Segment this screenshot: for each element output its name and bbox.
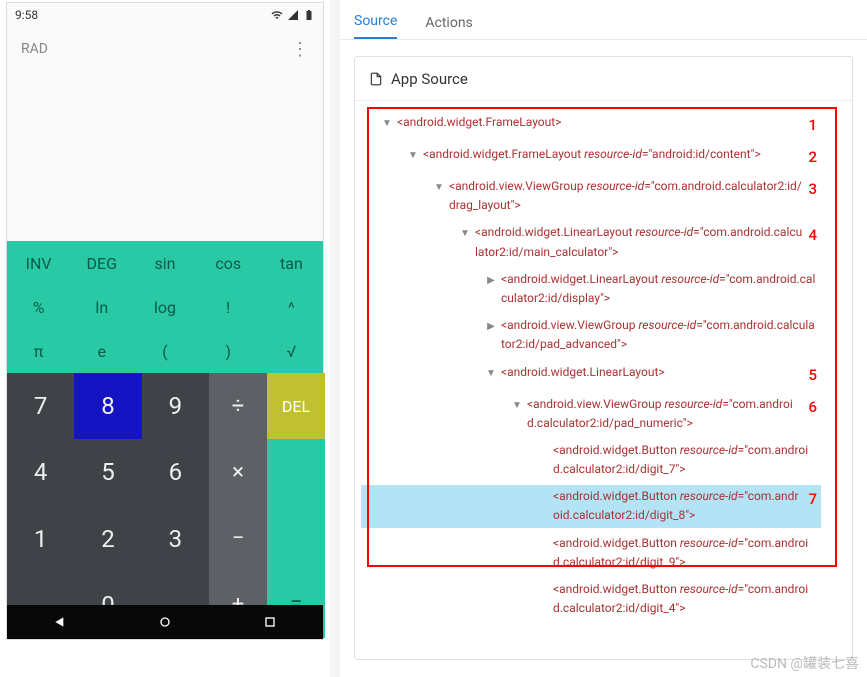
phone-preview-pane: 9:58 RAD ⋮ INVDEGsincostan%lnlog!^πe()√ …	[0, 0, 330, 677]
digit-4[interactable]: 4	[7, 439, 74, 505]
collapse-icon[interactable]: ▼	[485, 366, 497, 382]
annotation-number: 5	[808, 363, 817, 387]
calculator-display	[7, 71, 323, 241]
adv-btn-)[interactable]: )	[197, 329, 260, 373]
adv-btn-([interactable]: (	[133, 329, 196, 373]
tree-node[interactable]: ▼<android.view.ViewGroup resource-id="co…	[361, 175, 821, 217]
adv-btn-INV[interactable]: INV	[7, 241, 70, 285]
digit-5[interactable]: 5	[74, 439, 141, 505]
expand-icon[interactable]: ▶	[485, 319, 497, 335]
recents-icon[interactable]	[262, 614, 278, 630]
annotation-number: 1	[808, 113, 817, 137]
adv-btn-%[interactable]: %	[7, 285, 70, 329]
pad-operators: ÷×−+	[209, 373, 267, 638]
blank-cell	[267, 506, 325, 572]
back-icon[interactable]	[52, 614, 68, 630]
app-bar: RAD ⋮	[7, 27, 323, 71]
collapse-icon[interactable]: ▼	[459, 226, 471, 242]
digit-7[interactable]: 7	[7, 373, 74, 439]
op-−[interactable]: −	[209, 506, 267, 572]
pad-right: DEL =	[267, 373, 325, 638]
tree-node[interactable]: <android.widget.Button resource-id="com.…	[361, 485, 821, 527]
adv-btn-cos[interactable]: cos	[197, 241, 260, 285]
collapse-icon[interactable]: ▼	[381, 116, 393, 132]
digit-6[interactable]: 6	[142, 439, 209, 505]
delete-button[interactable]: DEL	[267, 373, 325, 439]
adv-btn-![interactable]: !	[197, 285, 260, 329]
source-panel: App Source ▼<android.widget.FrameLayout>…	[354, 56, 853, 660]
panel-title: App Source	[391, 70, 468, 88]
android-nav-bar	[7, 605, 323, 639]
mode-label: RAD	[21, 41, 48, 57]
adv-btn-π[interactable]: π	[7, 329, 70, 373]
digit-2[interactable]: 2	[74, 506, 141, 572]
digit-8[interactable]: 8	[74, 373, 141, 439]
home-icon[interactable]	[157, 614, 173, 630]
document-icon	[369, 72, 383, 86]
adv-btn-e[interactable]: e	[70, 329, 133, 373]
phone-frame: 9:58 RAD ⋮ INVDEGsincostan%lnlog!^πe()√ …	[6, 2, 324, 640]
tree-node[interactable]: ▼<android.widget.LinearLayout>5	[361, 361, 821, 389]
adv-btn-ln[interactable]: ln	[70, 285, 133, 329]
op-÷[interactable]: ÷	[209, 373, 267, 439]
annotation-number: 6	[808, 395, 817, 419]
pad-advanced: INVDEGsincostan%lnlog!^ πe()√	[7, 241, 323, 373]
collapse-icon[interactable]: ▼	[433, 180, 445, 196]
digit-3[interactable]: 3	[142, 506, 209, 572]
adv-btn-DEG[interactable]: DEG	[70, 241, 133, 285]
tree-node[interactable]: ▼<android.widget.FrameLayout resource-id…	[361, 143, 821, 171]
digit-1[interactable]: 1	[7, 506, 74, 572]
annotation-number: 4	[808, 223, 817, 247]
pad-numeric: 789456123.0	[7, 373, 209, 638]
battery-icon	[303, 9, 315, 21]
digit-9[interactable]: 9	[142, 373, 209, 439]
tab-actions[interactable]: Actions	[425, 15, 472, 39]
blank-cell	[267, 439, 325, 505]
annotation-number: 2	[808, 145, 817, 169]
pad-lower: 789456123.0 ÷×−+ DEL =	[7, 373, 323, 638]
op-×[interactable]: ×	[209, 439, 267, 505]
wifi-icon	[271, 9, 283, 21]
watermark: CSDN @罐装七喜	[750, 653, 859, 673]
tab-bar: Source Actions	[340, 0, 867, 40]
tree-node[interactable]: ▶<android.view.ViewGroup resource-id="co…	[361, 314, 821, 356]
expand-icon[interactable]: ▶	[485, 273, 497, 289]
tree-node[interactable]: <android.widget.Button resource-id="com.…	[361, 578, 821, 620]
annotation-number: 3	[808, 177, 817, 201]
status-clock: 9:58	[15, 8, 38, 22]
adv-btn-sin[interactable]: sin	[133, 241, 196, 285]
signal-icon	[287, 9, 299, 21]
annotation-number: 7	[808, 487, 817, 511]
adv-btn-^[interactable]: ^	[260, 285, 323, 329]
adv-btn-√[interactable]: √	[260, 329, 323, 373]
adv-btn-tan[interactable]: tan	[260, 241, 323, 285]
overflow-menu-icon[interactable]: ⋮	[291, 39, 309, 60]
collapse-icon[interactable]: ▼	[511, 398, 523, 414]
status-bar: 9:58	[7, 3, 323, 27]
inspector-pane: Source Actions App Source ▼<android.widg…	[340, 0, 867, 677]
tree-node[interactable]: ▼<android.view.ViewGroup resource-id="co…	[361, 393, 821, 435]
tab-source[interactable]: Source	[354, 13, 397, 39]
tree-node[interactable]: <android.widget.Button resource-id="com.…	[361, 532, 821, 574]
tree-node[interactable]: ▼<android.widget.LinearLayout resource-i…	[361, 221, 821, 263]
adv-btn-log[interactable]: log	[133, 285, 196, 329]
source-tree[interactable]: ▼<android.widget.FrameLayout>1▼<android.…	[355, 101, 852, 634]
status-icons	[271, 9, 315, 21]
collapse-icon[interactable]: ▼	[407, 148, 419, 164]
panel-header: App Source	[355, 57, 852, 101]
tree-node[interactable]: ▼<android.widget.FrameLayout>1	[361, 111, 821, 139]
tree-node[interactable]: <android.widget.Button resource-id="com.…	[361, 439, 821, 481]
tree-node[interactable]: ▶<android.widget.LinearLayout resource-i…	[361, 268, 821, 310]
